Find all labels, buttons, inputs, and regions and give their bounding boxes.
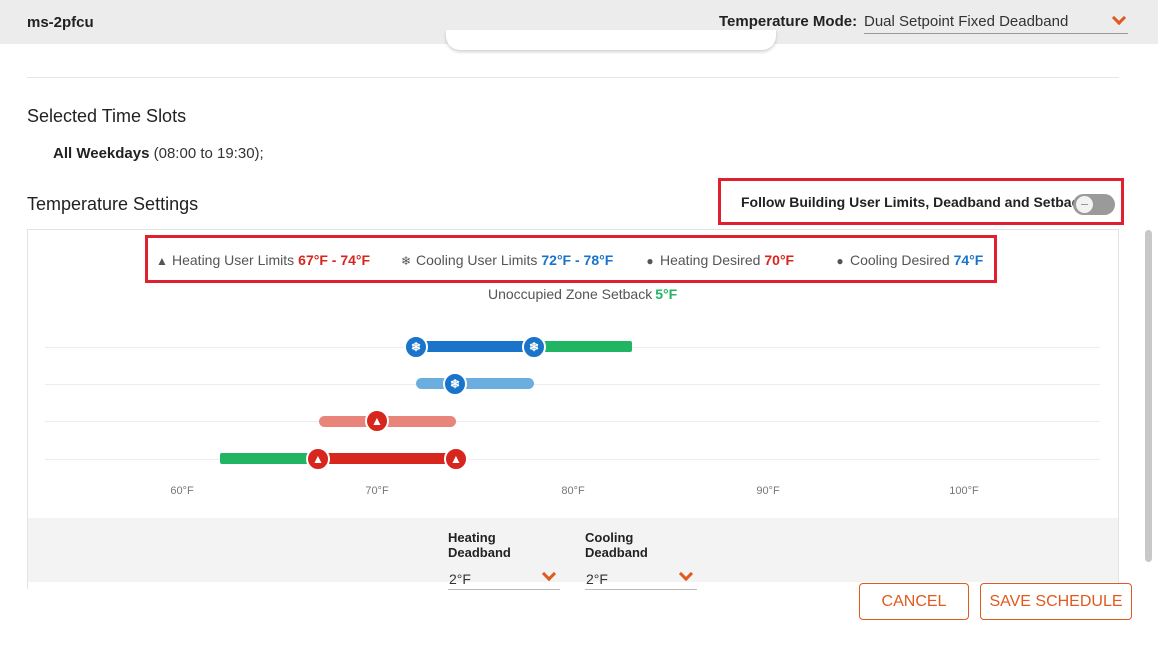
heating-deadband-select[interactable]: 2°F (448, 566, 560, 590)
heating-deadband-label: Heating Deadband (448, 530, 511, 560)
legend-value: 72°F - 78°F (541, 252, 614, 268)
legend-cooling-user-limits: ❄ Cooling User Limits 72°F - 78°F (399, 252, 613, 268)
toggle-knob (1076, 196, 1093, 213)
flame-icon: ▲ (156, 254, 168, 268)
scale-tick: 70°F (365, 485, 389, 497)
legend-value: 67°F - 74°F (298, 252, 371, 268)
legend-value: 70°F (764, 252, 795, 268)
heating-user-limits-bar (318, 453, 456, 464)
cooling-user-limits-bar (416, 341, 535, 352)
cancel-button[interactable]: CANCEL (859, 583, 969, 620)
legend-cooling-desired: ● Cooling Desired 74°F (833, 252, 983, 268)
cooling-limit-max-handle[interactable]: ❄ (522, 335, 546, 359)
heating-limit-min-handle[interactable]: ▲ (306, 447, 330, 471)
legend-label: Cooling User Limits (416, 252, 538, 268)
legend-label: Cooling Desired (850, 252, 950, 268)
legend-heating-desired: ● Heating Desired 70°F (643, 252, 794, 268)
cooling-limit-min-handle[interactable]: ❄ (404, 335, 428, 359)
cooling-deadband: Cooling Deadband 2°F (585, 530, 697, 590)
scrollbar-thumb[interactable] (1145, 230, 1152, 562)
gridline (45, 421, 1100, 422)
follow-building-limits-highlight: Follow Building User Limits, Deadband an… (718, 178, 1124, 225)
follow-building-limits-toggle[interactable] (1073, 194, 1115, 215)
scale-tick: 80°F (561, 485, 585, 497)
legend-highlight: ▲ Heating User Limits 67°F - 74°F ❄ Cooling… (145, 235, 997, 283)
cooling-setback-bar (534, 341, 632, 352)
temperature-mode-select[interactable]: Dual Setpoint Fixed Deadband (864, 10, 1128, 34)
chevron-down-icon (678, 566, 694, 582)
user-snowflake-icon: ● (836, 254, 844, 268)
time-slot-day: All Weekdays (53, 145, 150, 162)
scale-tick: 90°F (756, 485, 780, 497)
section-divider (27, 77, 1119, 78)
heating-limit-max-handle[interactable]: ▲ (444, 447, 468, 471)
gridline (45, 459, 1100, 460)
cooling-deadband-value: 2°F (586, 571, 608, 587)
temperature-mode-label: Temperature Mode: (719, 13, 858, 30)
legend-label: Heating Desired (660, 252, 761, 268)
save-schedule-button[interactable]: SAVE SCHEDULE (980, 583, 1132, 620)
scale-tick: 100°F (949, 485, 979, 497)
cooling-deadband-label: Cooling Deadband (585, 530, 648, 560)
gridline (45, 384, 1100, 385)
cooling-desired-range-bar (416, 378, 534, 389)
heating-deadband-value: 2°F (449, 571, 471, 587)
collapsed-card-edge (446, 30, 776, 50)
setback-label: Unoccupied Zone Setback (488, 286, 653, 302)
follow-building-limits-label: Follow Building User Limits, Deadband an… (741, 194, 1088, 210)
legend-heating-user-limits: ▲ Heating User Limits 67°F - 74°F (155, 252, 370, 268)
heating-setback-bar (220, 453, 320, 464)
temperature-mode-value: Dual Setpoint Fixed Deadband (864, 13, 1069, 30)
legend-value: 74°F (953, 252, 984, 268)
cooling-desired-handle[interactable]: ❄ (443, 372, 467, 396)
user-flame-icon: ● (646, 254, 654, 268)
setback-value: 5°F (655, 286, 678, 302)
cooling-deadband-select[interactable]: 2°F (585, 566, 697, 590)
snowflake-icon: ❄ (400, 254, 412, 268)
scale-tick: 60°F (170, 485, 194, 497)
chevron-down-icon (541, 566, 557, 582)
heating-desired-handle[interactable]: ▲ (365, 409, 389, 433)
time-slot-summary: All Weekdays (08:00 to 19:30); (53, 145, 264, 162)
temperature-settings-title: Temperature Settings (27, 194, 199, 214)
time-slot-range: (08:00 to 19:30); (153, 145, 264, 162)
deadband-section: Heating Deadband 2°F Cooling Deadband 2°… (28, 518, 1118, 590)
heating-deadband: Heating Deadband 2°F (448, 530, 560, 590)
device-name: ms-2pfcu (27, 14, 94, 31)
unoccupied-zone-setback: Unoccupied Zone Setback 5°F (488, 286, 677, 302)
selected-time-slots-title: Selected Time Slots (27, 106, 187, 126)
chevron-down-icon (1111, 10, 1127, 26)
legend-label: Heating User Limits (172, 252, 295, 268)
